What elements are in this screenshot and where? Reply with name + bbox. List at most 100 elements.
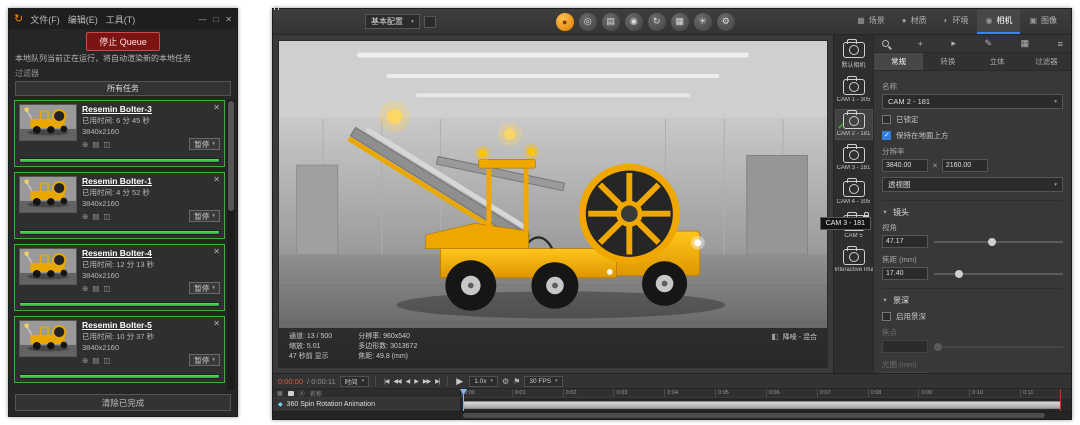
tab-image[interactable]: ▣ 图像 (1021, 9, 1065, 34)
render-icon[interactable]: ✳ (693, 12, 712, 31)
render-task-card[interactable]: ✕ Resemin Bolter-4 已用时间: 12 分 13 秒 3840x… (14, 244, 225, 311)
region-icon[interactable]: ◫ (103, 140, 110, 149)
resolution-width-field[interactable]: 3840.00 (882, 159, 928, 172)
region-icon[interactable]: ◫ (103, 356, 110, 365)
info-icon[interactable]: ⊕ (82, 284, 88, 293)
preview-icon[interactable]: ▤ (92, 140, 99, 149)
next-frame-button[interactable]: ▶ (412, 378, 420, 385)
minimize-button[interactable]: — (198, 15, 206, 24)
pause-button[interactable]: 暂停 ▾ (189, 210, 220, 222)
region-icon[interactable]: ◫ (103, 212, 110, 221)
fps-dropdown[interactable]: 30 FPS ▾ (524, 375, 563, 387)
camera-item[interactable]: Interactive Image (835, 245, 873, 276)
properties-sub-tab[interactable]: 立体 (973, 53, 1022, 70)
keep-above-ground-checkbox[interactable] (882, 131, 891, 140)
render-task-card[interactable]: ✕ Resemin Bolter-5 已用时间: 10 分 37 秒 3840x… (14, 316, 225, 383)
task-name[interactable]: Resemin Bolter-5 (82, 320, 220, 330)
settings-icon[interactable]: ⚙ (716, 12, 735, 31)
denoise-icon[interactable]: ◧ (771, 332, 779, 341)
preset-step-box[interactable] (423, 15, 436, 28)
go-end-button[interactable]: ▶| (433, 378, 441, 385)
close-task-icon[interactable]: ✕ (213, 103, 220, 112)
lens-section-header[interactable]: ▼ 镜头 (882, 200, 1063, 218)
reset-view-icon[interactable]: ↻ (647, 12, 666, 31)
camera-icon[interactable]: ◉ (624, 12, 643, 31)
pause-button[interactable]: 暂停 ▾ (189, 138, 220, 150)
close-button[interactable]: ✕ (225, 15, 232, 24)
add-track-icon[interactable]: ▦ (277, 390, 283, 397)
realtime-viewport[interactable]: 通道: 13 / 500 缩放: 5.01 47 秒前 显示 分辨率: 960x54… (278, 40, 828, 368)
task-list-scrollbar[interactable] (227, 100, 235, 390)
prev-keyframe-button[interactable]: ◀◀ (391, 378, 402, 385)
edit-icon[interactable]: ✎ (984, 38, 992, 49)
search-icon[interactable] (882, 40, 889, 47)
folder-icon[interactable]: ▸ (951, 38, 956, 49)
info-icon[interactable]: ⊕ (82, 140, 88, 149)
preview-icon[interactable]: ▤ (92, 356, 99, 365)
timeline-mode-dropdown[interactable]: 时间 ▾ (339, 375, 370, 387)
render-task-card[interactable]: ✕ Resemin Bolter-1 已用时间: 4 分 52 秒 3840x2… (14, 172, 225, 239)
tab-material[interactable]: ● 材质 (894, 9, 935, 34)
camera-name-dropdown[interactable]: CAM 2 - 181 ▾ (882, 94, 1063, 109)
locked-checkbox[interactable] (882, 115, 891, 124)
fov-field[interactable]: 47.17 (882, 235, 928, 248)
stop-queue-button[interactable]: 停止 Queue (86, 31, 160, 51)
flag-icon[interactable]: ⚑ (513, 377, 520, 386)
prev-frame-button[interactable]: ◀ (404, 378, 412, 385)
add-camera-icon[interactable]: + (918, 39, 923, 49)
menu-item[interactable]: 工具(T) (106, 13, 136, 26)
info-icon[interactable]: ⊕ (82, 356, 88, 365)
preview-icon[interactable]: ▤ (92, 212, 99, 221)
properties-sub-tab[interactable]: 常规 (874, 53, 924, 70)
focal-length-field[interactable]: 17.40 (882, 267, 928, 280)
resolution-height-field[interactable]: 2160.00 (941, 159, 988, 172)
next-keyframe-button[interactable]: ▶▶ (421, 378, 432, 385)
region-icon[interactable]: ◫ (103, 284, 110, 293)
tab-environment[interactable]: ◐ 环境 (936, 9, 977, 34)
list-view-icon[interactable]: ≡ (1058, 39, 1063, 49)
close-task-icon[interactable]: ✕ (213, 175, 220, 184)
playhead[interactable] (460, 389, 467, 411)
clear-completed-button[interactable]: 清除已完成 (15, 394, 231, 411)
lock-tracks-icon[interactable] (287, 390, 294, 396)
info-icon[interactable]: ⊕ (82, 212, 88, 221)
camera-item[interactable]: CAM 3 - 181 (835, 143, 873, 174)
render-task-card[interactable]: ✕ Resemin Bolter-3 已用时间: 6 分 45 秒 3840x2… (14, 100, 225, 167)
menu-item[interactable]: 文件(F) (30, 13, 60, 26)
task-name[interactable]: Resemin Bolter-1 (82, 176, 220, 186)
camera-item[interactable]: ✓ CAM 2 - 181 (834, 109, 873, 140)
close-task-icon[interactable]: ✕ (213, 247, 220, 256)
filter-dropdown[interactable]: 所有任务 (15, 81, 231, 96)
task-name[interactable]: Resemin Bolter-4 (82, 248, 220, 258)
material-ball-icon[interactable]: ● (555, 12, 574, 31)
properties-sub-tab[interactable]: 转换 (923, 53, 972, 70)
close-task-icon[interactable]: ✕ (213, 319, 220, 328)
library-icon[interactable]: ▤ (601, 12, 620, 31)
dof-section-header[interactable]: ▼ 景深 (882, 288, 1063, 306)
pause-button[interactable]: 暂停 ▾ (189, 282, 220, 294)
timeline-scrollbar[interactable] (273, 411, 1071, 419)
fov-slider[interactable] (934, 237, 1063, 246)
menu-item[interactable]: 编辑(E) (68, 13, 98, 26)
focal-length-slider[interactable] (934, 269, 1063, 278)
maximize-button[interactable]: □ (213, 15, 218, 24)
pause-button[interactable]: 暂停 ▾ (189, 354, 220, 366)
dof-enable-checkbox[interactable] (882, 312, 891, 321)
preview-icon[interactable]: ▤ (92, 284, 99, 293)
camera-item[interactable]: CAM 4 - 305 (835, 177, 873, 208)
lens-type-dropdown[interactable]: 透视图 ▾ (882, 177, 1063, 192)
camera-item[interactable]: CAM 1 - 305 (835, 75, 873, 106)
environment-sphere-icon[interactable]: ◎ (578, 12, 597, 31)
properties-sub-tab[interactable]: 过滤器 (1022, 53, 1071, 70)
geometry-icon[interactable]: ▦ (670, 12, 689, 31)
timeline-settings-icon[interactable]: ⚙ (502, 377, 509, 386)
animation-track-item[interactable]: ◆ 360 Spin Rotation Animation (273, 398, 460, 411)
go-start-button[interactable]: |◀ (382, 378, 390, 385)
track-lane[interactable] (461, 398, 1071, 411)
tab-scene[interactable]: ▦ 场景 (849, 9, 893, 34)
camera-item[interactable]: 默认相机 (835, 38, 873, 72)
preset-dropdown[interactable]: 基本配置 ▾ (365, 14, 420, 29)
grid-view-icon[interactable]: ▦ (1021, 38, 1030, 49)
auto-key-icon[interactable]: Ⓐ (299, 389, 305, 398)
tab-camera[interactable]: ◉ 相机 (977, 9, 1021, 34)
